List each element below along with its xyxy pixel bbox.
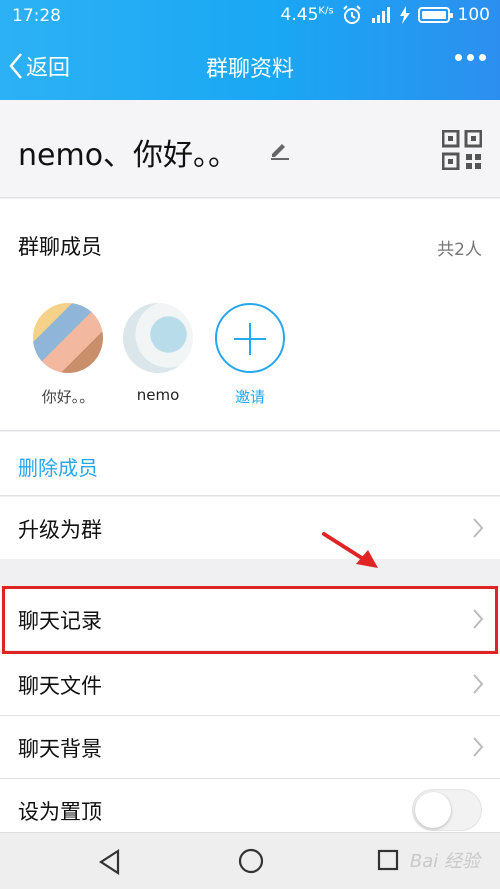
upgrade-to-group-row[interactable]: 升级为群 — [0, 497, 500, 559]
pin-top-label: 设为置顶 — [18, 800, 102, 824]
qr-code-icon[interactable] — [442, 130, 482, 170]
recents-square-icon[interactable] — [377, 849, 399, 871]
delete-members-button[interactable]: 删除成员 — [0, 432, 500, 496]
group-name-row[interactable]: nemo、你好。。 — [0, 100, 500, 198]
charging-icon — [399, 6, 410, 24]
battery-icon — [417, 7, 453, 23]
more-options-icon[interactable] — [455, 54, 486, 61]
status-indicators: 4.45K/s 100 — [281, 5, 490, 25]
edit-icon[interactable] — [268, 137, 292, 161]
back-triangle-icon[interactable] — [98, 849, 122, 875]
alarm-icon — [342, 5, 361, 24]
upgrade-label: 升级为群 — [18, 518, 102, 542]
pin-top-toggle[interactable] — [412, 789, 482, 831]
chat-background-label: 聊天背景 — [18, 737, 102, 761]
member-name: 你好。。 — [41, 388, 95, 406]
nav-bar: 返回 群聊资料 — [0, 38, 500, 94]
chat-files-label: 聊天文件 — [18, 674, 102, 698]
watermark: Bai 经验 — [409, 851, 480, 872]
page-title: 群聊资料 — [205, 57, 294, 82]
chat-files-row[interactable]: 聊天文件 — [0, 653, 500, 715]
arrow-annotation-icon — [322, 532, 378, 568]
chevron-right-icon — [473, 518, 484, 538]
member-count: 共2人 — [437, 240, 482, 260]
chevron-right-icon — [473, 737, 484, 757]
battery-level: 100 — [457, 5, 490, 25]
invite-plus-icon[interactable] — [215, 303, 285, 373]
avatar[interactable] — [123, 303, 193, 373]
status-bar: 17:28 4.45K/s 100 — [0, 0, 500, 32]
signal-icon — [371, 7, 390, 23]
network-speed: 4.45K/s — [280, 5, 334, 25]
system-nav-bar: Bai 经验 — [0, 832, 500, 889]
avatar[interactable] — [33, 303, 103, 373]
highlight-box — [2, 586, 498, 654]
status-time: 17:28 — [12, 6, 61, 26]
members-label: 群聊成员 — [18, 235, 102, 259]
chat-background-row[interactable]: 聊天背景 — [0, 716, 500, 778]
members-section: 群聊成员 共2人 你好。。 nemo 邀请 — [0, 199, 500, 431]
delete-members-label: 删除成员 — [18, 456, 98, 480]
member-name: nemo — [136, 386, 180, 404]
group-name: nemo、你好。。 — [18, 138, 239, 173]
top-bar: 17:28 4.45K/s 100 返回 群聊资料 — [0, 0, 500, 100]
chevron-right-icon — [473, 674, 484, 694]
home-circle-icon[interactable] — [237, 847, 265, 875]
invite-label[interactable]: 邀请 — [205, 386, 295, 407]
